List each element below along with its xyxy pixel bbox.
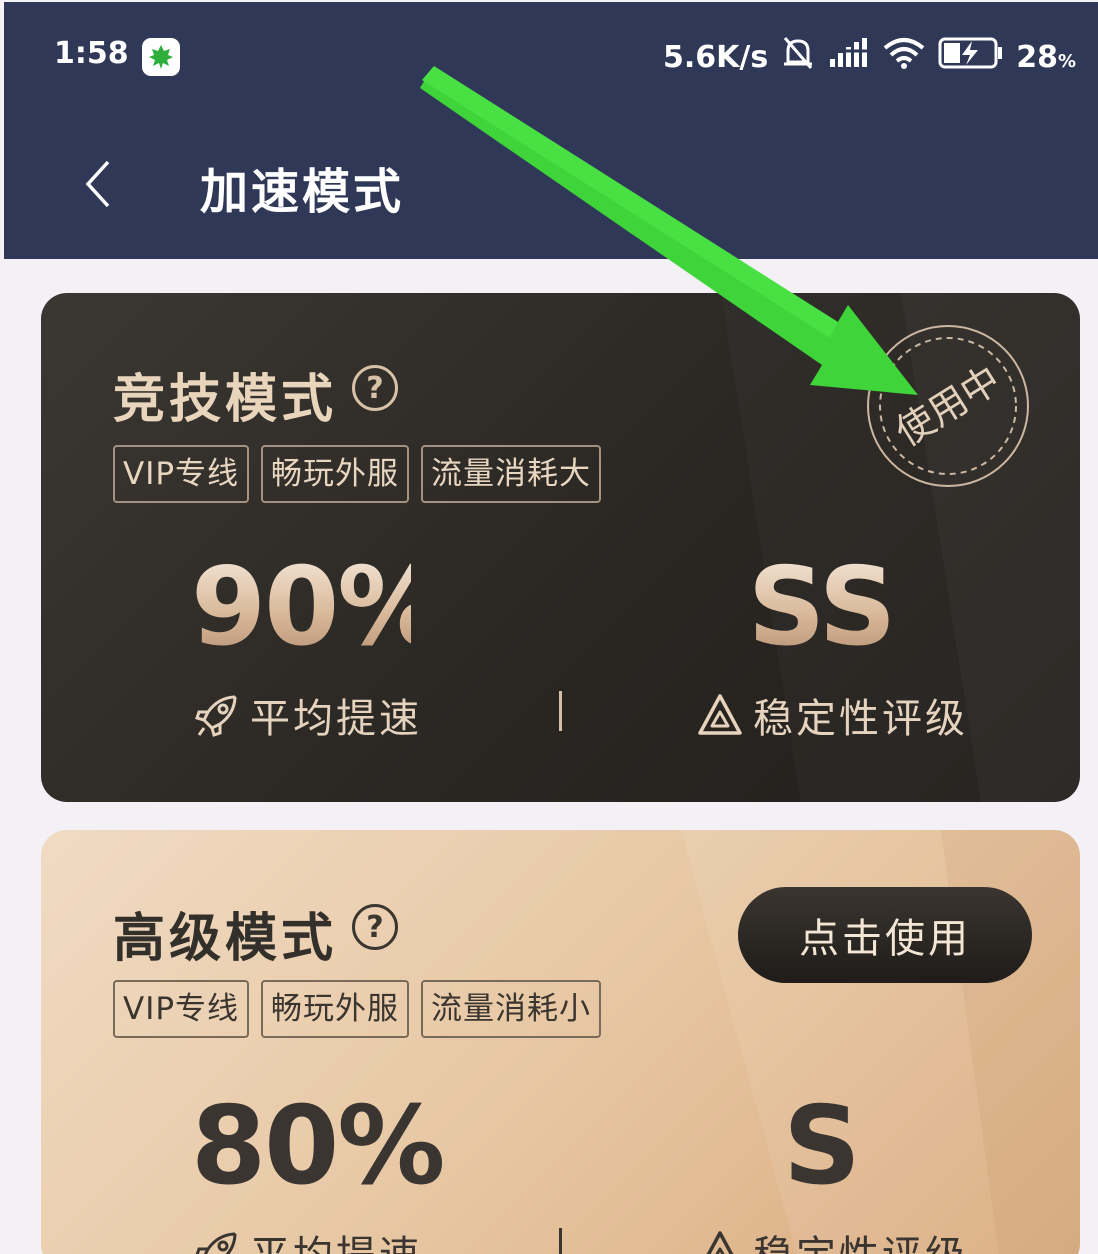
mode-tags: VIP专线 畅玩外服 流量消耗小 <box>113 980 602 1038</box>
speedup-label: 平均提速 <box>250 696 422 742</box>
speedup-value: 80% <box>191 1084 446 1209</box>
mode-card-advanced[interactable]: 高级模式 ? 点击使用 VIP专线 畅玩外服 流量消耗小 80% S 平均提速 … <box>41 830 1080 1254</box>
stability-value: SS <box>741 545 901 670</box>
speedup-stat: 平均提速 <box>194 686 422 744</box>
mode-title: 高级模式 <box>113 909 338 969</box>
chevron-left-icon[interactable] <box>78 154 118 214</box>
help-icon[interactable]: ? <box>352 365 398 411</box>
tag: 畅玩外服 <box>261 980 410 1038</box>
stat-divider <box>559 1228 562 1254</box>
battery-charging-icon <box>938 36 1004 78</box>
battery-percent: 28% <box>1016 40 1076 75</box>
page-title: 加速模式 <box>200 164 405 220</box>
rocket-icon <box>195 695 237 737</box>
tag: 流量消耗大 <box>421 445 602 503</box>
tag: VIP专线 <box>113 980 250 1038</box>
wifi-icon <box>882 36 926 78</box>
status-time: 1:58 <box>54 36 129 71</box>
rocket-icon <box>195 1232 237 1254</box>
mode-card-competitive[interactable]: 竞技模式 ? VIP专线 畅玩外服 流量消耗大 使用中 90% SS 平均提速 … <box>41 293 1080 802</box>
in-use-stamp: 使用中 <box>867 325 1029 487</box>
status-bar: 1:58 5.6K/s 28% <box>4 2 1098 102</box>
triangle-icon <box>698 694 742 735</box>
battery-percent-unit: % <box>1057 50 1076 72</box>
stability-stat: 稳定性评级 <box>697 686 968 744</box>
battery-percent-value: 28 <box>1016 39 1058 75</box>
speedup-value: 90% <box>191 545 446 670</box>
mode-tags: VIP专线 畅玩外服 流量消耗大 <box>113 445 602 503</box>
in-use-stamp-text: 使用中 <box>888 357 1008 455</box>
network-speed: 5.6K/s <box>662 39 769 75</box>
stability-label: 稳定性评级 <box>753 1223 968 1254</box>
tag: 流量消耗小 <box>421 980 602 1038</box>
mode-title: 竞技模式 <box>113 370 338 430</box>
stability-label: 稳定性评级 <box>753 696 968 742</box>
app-leaf-icon <box>142 38 180 76</box>
stat-divider <box>559 691 562 731</box>
stability-stat: 稳定性评级 <box>697 1223 968 1254</box>
use-mode-button[interactable]: 点击使用 <box>738 887 1032 983</box>
mute-bell-icon <box>780 34 816 80</box>
status-indicators: 5.6K/s 28% <box>663 34 1076 80</box>
speedup-label: 平均提速 <box>250 1223 422 1254</box>
app-header: 1:58 5.6K/s 28% 加速模式 <box>4 2 1098 259</box>
signal-icon <box>828 37 871 77</box>
speedup-stat: 平均提速 <box>194 1223 422 1254</box>
triangle-icon <box>706 1231 734 1254</box>
tag: VIP专线 <box>113 445 250 503</box>
tag: 畅玩外服 <box>261 445 410 503</box>
help-icon[interactable]: ? <box>352 904 398 950</box>
stability-value: S <box>783 1084 861 1209</box>
